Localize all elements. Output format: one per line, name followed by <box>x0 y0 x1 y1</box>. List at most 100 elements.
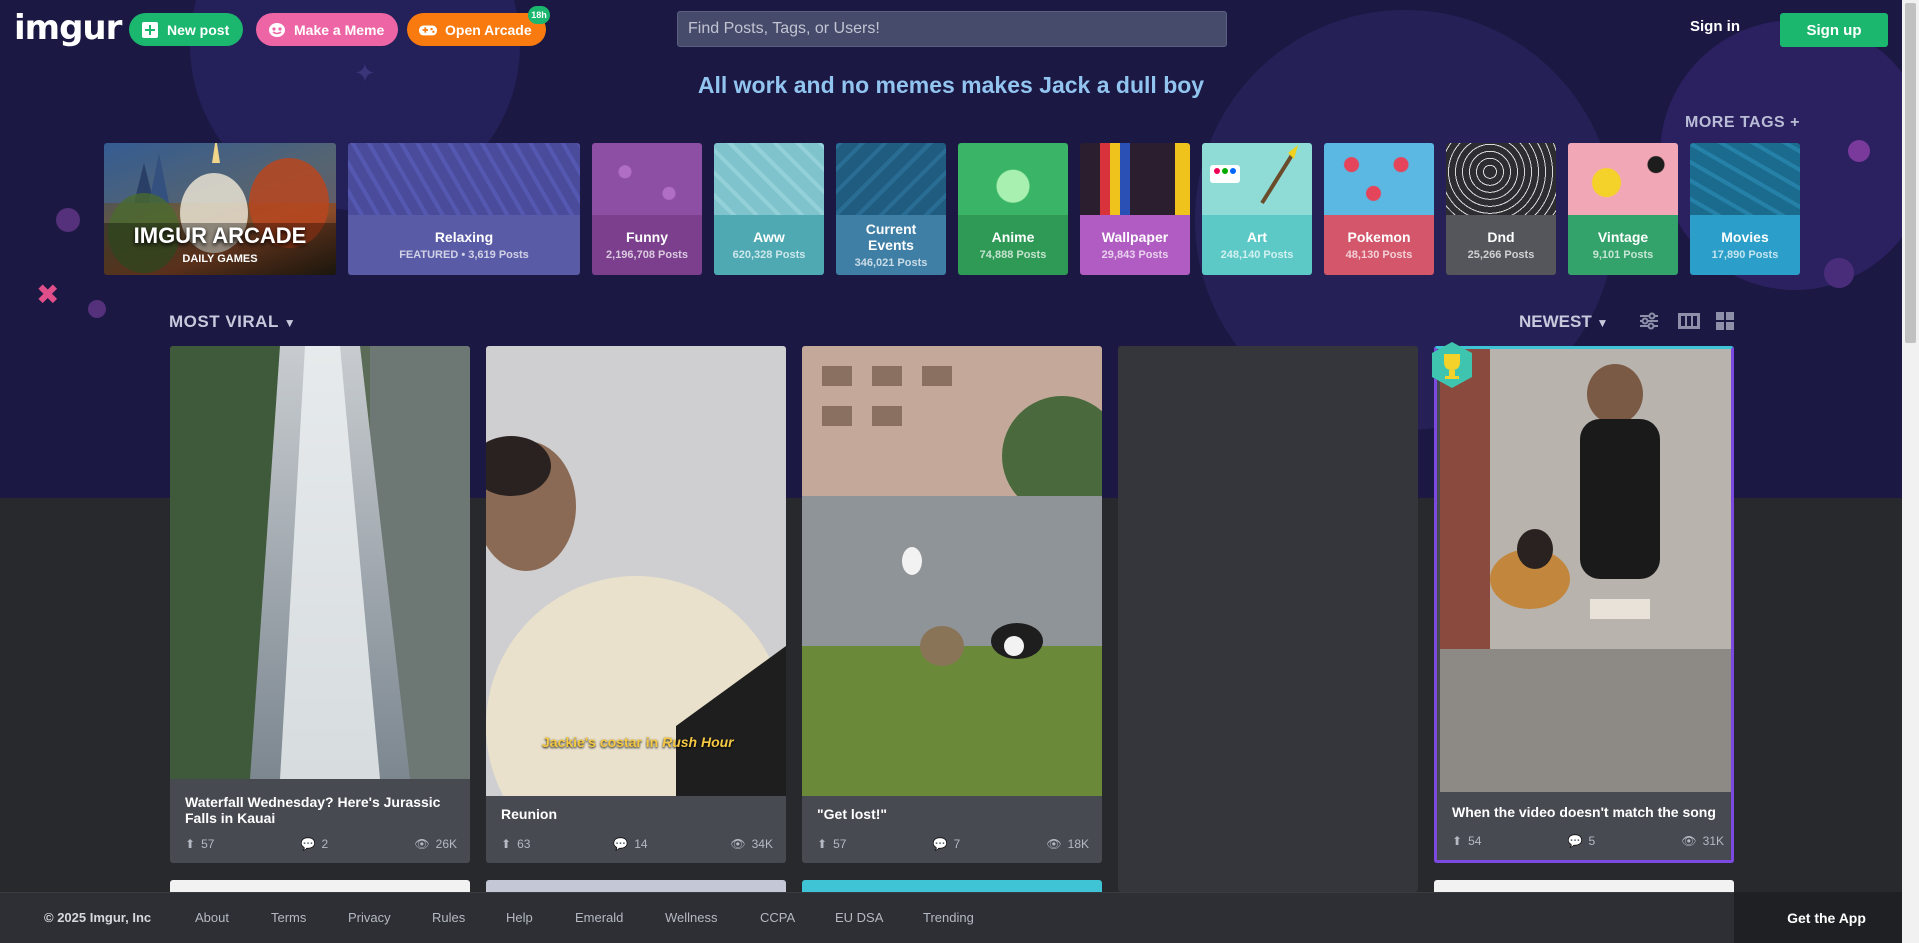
tag-count: 9,101 Posts <box>1592 249 1654 261</box>
meme-face-icon <box>268 21 286 39</box>
tag-name: Vintage <box>1597 229 1649 245</box>
tag-card-funny[interactable]: Funny 2,196,708 Posts <box>592 143 702 275</box>
post-card[interactable]: Waterfall Wednesday? Here's Jurassic Fal… <box>170 346 470 863</box>
tag-label-area: Aww 620,328 Posts <box>714 215 824 275</box>
tag-count: 25,266 Posts <box>1467 249 1535 261</box>
tag-card-vintage[interactable]: Vintage 9,101 Posts <box>1568 143 1678 275</box>
tag-name: Current Events <box>865 221 917 253</box>
tag-label-area: Movies 17,890 Posts <box>1690 215 1800 275</box>
sign-in-link[interactable]: Sign in <box>1690 18 1740 35</box>
tag-card-relaxing[interactable]: Relaxing FEATURED • 3,619 Posts <box>348 143 580 275</box>
comment-icon: 💬 <box>613 837 629 851</box>
tag-card-aww[interactable]: Aww 620,328 Posts <box>714 143 824 275</box>
tag-label-area: Relaxing FEATURED • 3,619 Posts <box>348 215 580 275</box>
top-bar: imgur New post Make a Meme Open Arcade 1… <box>0 0 1919 58</box>
tag-label-area: Pokemon 48,130 Posts <box>1324 215 1434 275</box>
gamepad-icon <box>419 21 437 39</box>
most-viral-dropdown[interactable]: MOST VIRAL ▼ <box>169 312 296 332</box>
footer-link-emerald[interactable]: Emerald <box>575 910 623 925</box>
decor-dot <box>1824 258 1854 288</box>
post-card[interactable]: "Get lost!" ⬆ 57 💬 7 👁 18K <box>802 346 1102 863</box>
tag-card-wallpaper[interactable]: Wallpaper 29,843 Posts <box>1080 143 1190 275</box>
next-post-peek <box>802 880 1102 892</box>
open-arcade-button[interactable]: Open Arcade <box>407 13 546 46</box>
trophy-badge-icon <box>1430 342 1474 388</box>
decor-dot <box>88 300 106 318</box>
tag-pattern <box>714 143 824 215</box>
upvote-arrow-icon[interactable]: ⬆ <box>185 837 195 851</box>
tag-name: Relaxing <box>434 229 494 245</box>
page-scrollbar[interactable] <box>1902 0 1919 943</box>
footer-link-about[interactable]: About <box>195 910 229 925</box>
copyright: © 2025 Imgur, Inc <box>44 910 152 925</box>
make-meme-button[interactable]: Make a Meme <box>256 13 399 46</box>
post-image-reunion <box>486 346 786 796</box>
newest-dropdown[interactable]: NEWEST ▼ <box>1519 312 1608 332</box>
filter-sliders-icon[interactable] <box>1638 311 1660 331</box>
tag-label-area: Funny 2,196,708 Posts <box>592 215 702 275</box>
post-caption-overlay: Jackie's costar in Rush Hour <box>542 734 734 750</box>
footer-link-trending[interactable]: Trending <box>923 910 974 925</box>
arcade-timer-badge: 18h <box>528 6 550 24</box>
tag-card-current-events[interactable]: Current Events 346,021 Posts <box>836 143 946 275</box>
tag-pattern <box>1568 143 1678 215</box>
get-the-app-button[interactable]: Get the App <box>1734 892 1919 943</box>
footer-link-rules[interactable]: Rules <box>432 910 465 925</box>
tag-card-dnd[interactable]: Dnd 25,266 Posts <box>1446 143 1556 275</box>
post-card-promoted[interactable]: When the video doesn't match the song ⬆ 5… <box>1434 346 1734 863</box>
tag-card-pokemon[interactable]: Pokemon 48,130 Posts <box>1324 143 1434 275</box>
comment-icon: 💬 <box>1567 834 1583 848</box>
footer-link-wellness[interactable]: Wellness <box>665 910 718 925</box>
post-stats: ⬆ 54 💬 5 👁 31K <box>1452 833 1724 849</box>
views-eye-icon: 👁 <box>730 837 746 851</box>
view-count: 34K <box>751 837 773 851</box>
tag-name: Movies <box>1721 229 1769 245</box>
imgur-arcade-card[interactable]: IMGUR ARCADE DAILY GAMES <box>104 143 336 275</box>
decor-x-icon: ✖ <box>36 279 60 310</box>
footer-link-terms[interactable]: Terms <box>271 910 306 925</box>
upvote-arrow-icon[interactable]: ⬆ <box>817 837 827 851</box>
footer-link-help[interactable]: Help <box>506 910 533 925</box>
comment-icon: 💬 <box>300 837 316 851</box>
footer-link-eu-dsa[interactable]: EU DSA <box>835 910 883 925</box>
comment-count: 5 <box>1588 834 1596 848</box>
more-tags-link[interactable]: MORE TAGS + <box>1685 114 1800 132</box>
caption-text: Jackie's costar in <box>542 734 663 750</box>
tag-card-anime[interactable]: Anime 74,888 Posts <box>958 143 1068 275</box>
most-viral-label: MOST VIRAL <box>169 312 279 331</box>
view-count: 31K <box>1702 834 1724 848</box>
new-post-label: New post <box>167 21 230 38</box>
comment-count: 2 <box>321 837 329 851</box>
post-title: "Get lost!" <box>817 806 888 822</box>
tag-pattern <box>836 143 946 215</box>
tag-card-art[interactable]: Art 248,140 Posts <box>1202 143 1312 275</box>
tag-count: 2,196,708 Posts <box>606 249 688 261</box>
post-card[interactable]: Jackie's costar in Rush Hour Reunion ⬆ 63… <box>486 346 786 863</box>
footer-link-privacy[interactable]: Privacy <box>348 910 391 925</box>
tag-pattern <box>1324 143 1434 215</box>
waterfall-grid-view-icon[interactable] <box>1714 311 1736 331</box>
tag-pattern <box>1080 143 1190 215</box>
imgur-logo[interactable]: imgur <box>14 8 122 48</box>
sign-up-button[interactable]: Sign up <box>1780 13 1888 47</box>
tag-pattern <box>348 143 580 215</box>
caret-down-icon: ▼ <box>283 316 297 330</box>
tag-pattern <box>592 143 702 215</box>
tagline: All work and no memes makes Jack a dull … <box>697 72 1205 98</box>
comment-icon: 💬 <box>932 837 948 851</box>
tag-card-movies[interactable]: Movies 17,890 Posts <box>1690 143 1800 275</box>
footer-link-ccpa[interactable]: CCPA <box>760 910 795 925</box>
tag-pattern <box>1446 143 1556 215</box>
search-input[interactable] <box>677 11 1227 47</box>
newest-label: NEWEST <box>1519 312 1592 331</box>
post-image-video <box>1440 349 1731 792</box>
tag-pattern <box>1690 143 1800 215</box>
uniform-grid-view-icon[interactable] <box>1678 311 1700 331</box>
upvote-arrow-icon[interactable]: ⬆ <box>1452 834 1462 848</box>
plus-square-icon <box>141 21 159 39</box>
scrollbar-thumb[interactable] <box>1905 3 1916 343</box>
paintbrush-icon <box>1210 145 1298 205</box>
new-post-button[interactable]: New post <box>129 13 244 46</box>
upvote-arrow-icon[interactable]: ⬆ <box>501 837 511 851</box>
decor-dot <box>1848 140 1870 162</box>
